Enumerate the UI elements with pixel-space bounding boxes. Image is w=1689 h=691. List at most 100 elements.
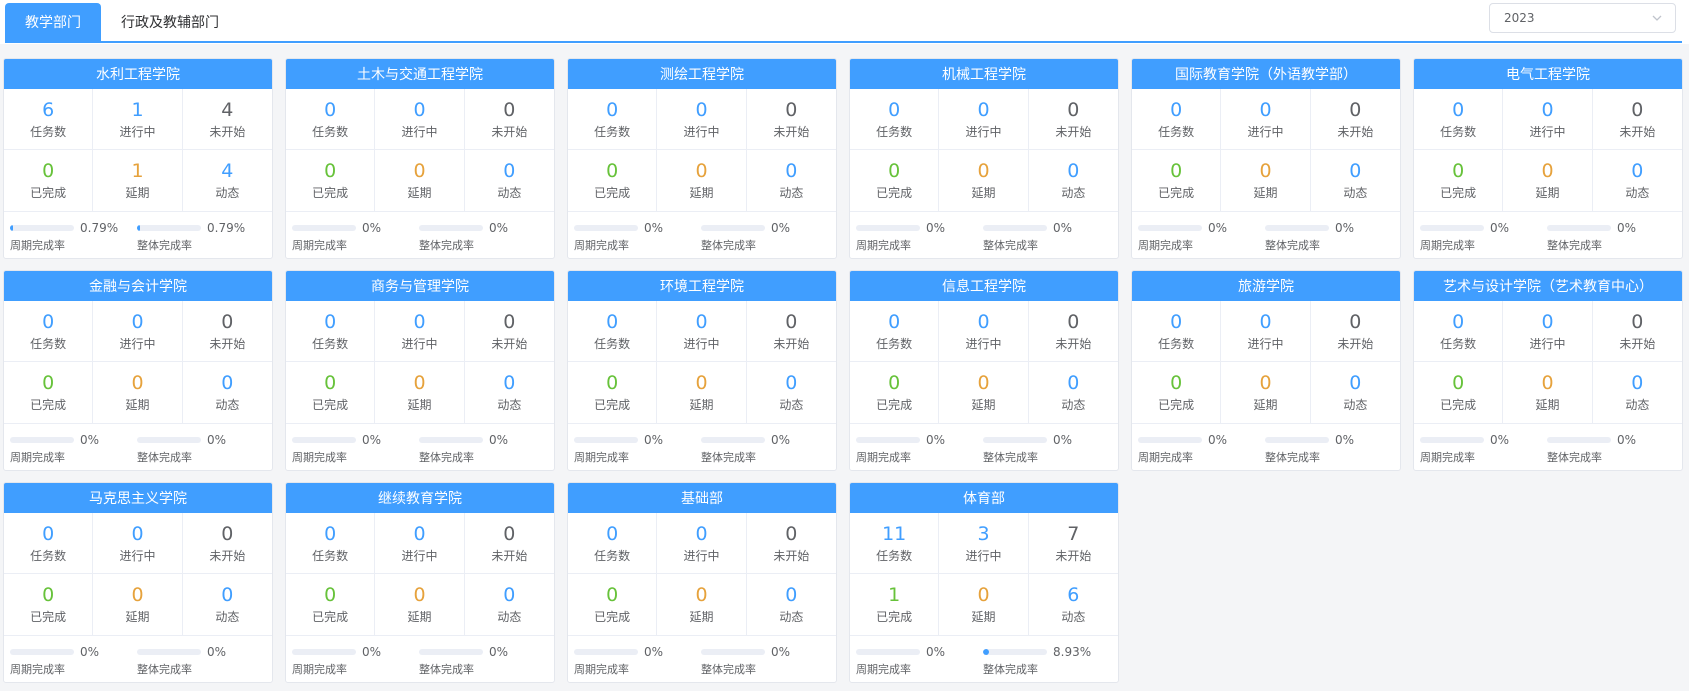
stat-dynamic[interactable]: 0 动态 bbox=[465, 574, 554, 635]
stat-completed[interactable]: 0 已完成 bbox=[568, 574, 658, 635]
stat-dynamic[interactable]: 0 动态 bbox=[465, 362, 554, 423]
stat-not-started[interactable]: 0 未开始 bbox=[1028, 89, 1118, 150]
stat-not-started[interactable]: 0 未开始 bbox=[746, 513, 836, 574]
stat-dynamic[interactable]: 0 动态 bbox=[1593, 362, 1682, 423]
stat-in-progress[interactable]: 0 进行中 bbox=[1221, 89, 1311, 150]
department-card[interactable]: 机械工程学院 0 任务数 0 进行中 0 未开始 0 已完成 0 延期 0 动态 0% 周期… bbox=[849, 58, 1119, 259]
stat-dynamic[interactable]: 0 动态 bbox=[1311, 362, 1400, 423]
stat-not-started[interactable]: 0 未开始 bbox=[1310, 89, 1400, 150]
department-card[interactable]: 水利工程学院 6 任务数 1 进行中 4 未开始 0 已完成 1 延期 4 动态 0.79%… bbox=[3, 58, 273, 259]
department-card[interactable]: 信息工程学院 0 任务数 0 进行中 0 未开始 0 已完成 0 延期 0 动态 0% 周期… bbox=[849, 270, 1119, 471]
stat-in-progress[interactable]: 0 进行中 bbox=[93, 513, 183, 574]
stat-in-progress[interactable]: 1 进行中 bbox=[93, 89, 183, 150]
stat-delayed[interactable]: 0 延期 bbox=[657, 574, 747, 635]
department-card[interactable]: 测绘工程学院 0 任务数 0 进行中 0 未开始 0 已完成 0 延期 0 动态 0% 周期… bbox=[567, 58, 837, 259]
stat-completed[interactable]: 0 已完成 bbox=[568, 150, 658, 211]
stat-completed[interactable]: 0 已完成 bbox=[286, 150, 376, 211]
stat-delayed[interactable]: 0 延期 bbox=[375, 574, 465, 635]
stat-dynamic[interactable]: 0 动态 bbox=[747, 574, 836, 635]
stat-delayed[interactable]: 0 延期 bbox=[375, 150, 465, 211]
stat-tasks[interactable]: 0 任务数 bbox=[850, 301, 940, 362]
stat-in-progress[interactable]: 0 进行中 bbox=[93, 301, 183, 362]
department-card[interactable]: 金融与会计学院 0 任务数 0 进行中 0 未开始 0 已完成 0 延期 0 动态 0% 周… bbox=[3, 270, 273, 471]
stat-delayed[interactable]: 0 延期 bbox=[1221, 362, 1311, 423]
stat-completed[interactable]: 0 已完成 bbox=[4, 574, 94, 635]
stat-in-progress[interactable]: 0 进行中 bbox=[657, 89, 747, 150]
stat-completed[interactable]: 1 已完成 bbox=[850, 574, 940, 635]
stat-dynamic[interactable]: 0 动态 bbox=[1029, 362, 1118, 423]
stat-dynamic[interactable]: 0 动态 bbox=[183, 362, 272, 423]
tab-teaching-departments[interactable]: 教学部门 bbox=[5, 3, 101, 41]
year-select[interactable]: 2023 bbox=[1489, 3, 1676, 33]
department-card[interactable]: 国际教育学院（外语教学部） 0 任务数 0 进行中 0 未开始 0 已完成 0 延期 0 动… bbox=[1131, 58, 1401, 259]
stat-delayed[interactable]: 0 延期 bbox=[93, 574, 183, 635]
stat-completed[interactable]: 0 已完成 bbox=[850, 362, 940, 423]
stat-completed[interactable]: 0 已完成 bbox=[4, 362, 94, 423]
stat-tasks[interactable]: 0 任务数 bbox=[286, 89, 376, 150]
stat-completed[interactable]: 0 已完成 bbox=[850, 150, 940, 211]
stat-tasks[interactable]: 0 任务数 bbox=[286, 301, 376, 362]
stat-tasks[interactable]: 0 任务数 bbox=[1414, 89, 1504, 150]
department-card[interactable]: 继续教育学院 0 任务数 0 进行中 0 未开始 0 已完成 0 延期 0 动态 0% 周期… bbox=[285, 482, 555, 683]
stat-delayed[interactable]: 0 延期 bbox=[93, 362, 183, 423]
stat-dynamic[interactable]: 0 动态 bbox=[747, 362, 836, 423]
stat-delayed[interactable]: 0 延期 bbox=[657, 150, 747, 211]
department-card[interactable]: 商务与管理学院 0 任务数 0 进行中 0 未开始 0 已完成 0 延期 0 动态 0% 周… bbox=[285, 270, 555, 471]
department-card[interactable]: 土木与交通工程学院 0 任务数 0 进行中 0 未开始 0 已完成 0 延期 0 动态 0%… bbox=[285, 58, 555, 259]
stat-in-progress[interactable]: 0 进行中 bbox=[1221, 301, 1311, 362]
stat-completed[interactable]: 0 已完成 bbox=[1132, 150, 1222, 211]
stat-in-progress[interactable]: 0 进行中 bbox=[939, 301, 1029, 362]
stat-in-progress[interactable]: 0 进行中 bbox=[375, 301, 465, 362]
stat-in-progress[interactable]: 0 进行中 bbox=[657, 513, 747, 574]
stat-not-started[interactable]: 0 未开始 bbox=[1592, 89, 1682, 150]
stat-delayed[interactable]: 0 延期 bbox=[939, 150, 1029, 211]
stat-tasks[interactable]: 11 任务数 bbox=[850, 513, 940, 574]
stat-in-progress[interactable]: 0 进行中 bbox=[939, 89, 1029, 150]
tab-admin-departments[interactable]: 行政及教辅部门 bbox=[101, 3, 239, 41]
stat-delayed[interactable]: 0 延期 bbox=[375, 362, 465, 423]
stat-tasks[interactable]: 0 任务数 bbox=[4, 513, 94, 574]
stat-completed[interactable]: 0 已完成 bbox=[1132, 362, 1222, 423]
stat-tasks[interactable]: 0 任务数 bbox=[568, 513, 658, 574]
stat-tasks[interactable]: 0 任务数 bbox=[568, 301, 658, 362]
stat-not-started[interactable]: 0 未开始 bbox=[746, 89, 836, 150]
stat-delayed[interactable]: 0 延期 bbox=[1503, 362, 1593, 423]
stat-delayed[interactable]: 0 延期 bbox=[939, 362, 1029, 423]
stat-tasks[interactable]: 0 任务数 bbox=[1132, 89, 1222, 150]
stat-in-progress[interactable]: 0 进行中 bbox=[375, 89, 465, 150]
department-card[interactable]: 马克思主义学院 0 任务数 0 进行中 0 未开始 0 已完成 0 延期 0 动态 0% 周… bbox=[3, 482, 273, 683]
stat-not-started[interactable]: 0 未开始 bbox=[1592, 301, 1682, 362]
stat-dynamic[interactable]: 0 动态 bbox=[747, 150, 836, 211]
stat-in-progress[interactable]: 0 进行中 bbox=[1503, 89, 1593, 150]
stat-in-progress[interactable]: 0 进行中 bbox=[1503, 301, 1593, 362]
stat-dynamic[interactable]: 0 动态 bbox=[1311, 150, 1400, 211]
stat-tasks[interactable]: 0 任务数 bbox=[4, 301, 94, 362]
stat-completed[interactable]: 0 已完成 bbox=[286, 362, 376, 423]
stat-in-progress[interactable]: 0 进行中 bbox=[657, 301, 747, 362]
department-card[interactable]: 艺术与设计学院（艺术教育中心） 0 任务数 0 进行中 0 未开始 0 已完成 0 延期 … bbox=[1413, 270, 1683, 471]
stat-tasks[interactable]: 0 任务数 bbox=[286, 513, 376, 574]
stat-completed[interactable]: 0 已完成 bbox=[286, 574, 376, 635]
stat-tasks[interactable]: 0 任务数 bbox=[1414, 301, 1504, 362]
stat-completed[interactable]: 0 已完成 bbox=[4, 150, 94, 211]
stat-not-started[interactable]: 0 未开始 bbox=[746, 301, 836, 362]
stat-not-started[interactable]: 0 未开始 bbox=[464, 89, 554, 150]
department-card[interactable]: 体育部 11 任务数 3 进行中 7 未开始 1 已完成 0 延期 6 动态 0% 周期完成… bbox=[849, 482, 1119, 683]
stat-dynamic[interactable]: 0 动态 bbox=[1029, 150, 1118, 211]
stat-not-started[interactable]: 0 未开始 bbox=[464, 301, 554, 362]
department-card[interactable]: 基础部 0 任务数 0 进行中 0 未开始 0 已完成 0 延期 0 动态 0% 周期完成率… bbox=[567, 482, 837, 683]
stat-not-started[interactable]: 0 未开始 bbox=[464, 513, 554, 574]
stat-dynamic[interactable]: 6 动态 bbox=[1029, 574, 1118, 635]
department-card[interactable]: 电气工程学院 0 任务数 0 进行中 0 未开始 0 已完成 0 延期 0 动态 0% 周期… bbox=[1413, 58, 1683, 259]
stat-delayed[interactable]: 0 延期 bbox=[1503, 150, 1593, 211]
stat-tasks[interactable]: 0 任务数 bbox=[850, 89, 940, 150]
stat-delayed[interactable]: 0 延期 bbox=[657, 362, 747, 423]
stat-delayed[interactable]: 0 延期 bbox=[939, 574, 1029, 635]
stat-completed[interactable]: 0 已完成 bbox=[1414, 150, 1504, 211]
stat-in-progress[interactable]: 3 进行中 bbox=[939, 513, 1029, 574]
stat-completed[interactable]: 0 已完成 bbox=[568, 362, 658, 423]
department-card[interactable]: 环境工程学院 0 任务数 0 进行中 0 未开始 0 已完成 0 延期 0 动态 0% 周期… bbox=[567, 270, 837, 471]
stat-tasks[interactable]: 0 任务数 bbox=[1132, 301, 1222, 362]
stat-dynamic[interactable]: 0 动态 bbox=[1593, 150, 1682, 211]
stat-not-started[interactable]: 7 未开始 bbox=[1028, 513, 1118, 574]
